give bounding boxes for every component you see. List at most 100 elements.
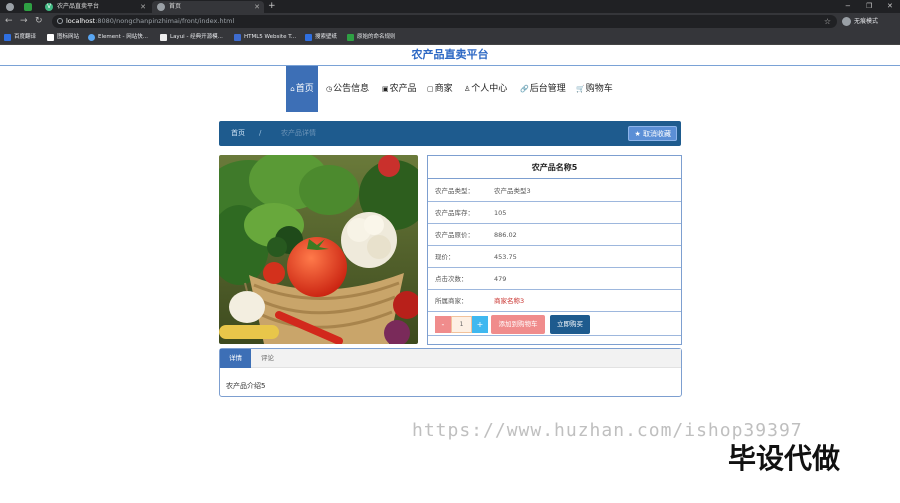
- bookmark-label: 原始的命名规则: [357, 34, 396, 40]
- grid-icon: ▣: [382, 85, 389, 93]
- nav-label: 后台管理: [529, 84, 566, 94]
- browser-tab-1[interactable]: [2, 1, 18, 13]
- address-bar: ← → ↻ localhost:8080/nongchanpinzhimai/f…: [0, 13, 900, 30]
- tab-detail[interactable]: 详情: [220, 349, 251, 368]
- field-label: 现价：: [435, 253, 455, 261]
- quantity-input[interactable]: 1: [451, 316, 472, 333]
- site-title: 农产品直卖平台: [411, 48, 489, 61]
- browser-tab-3[interactable]: V 农产品直卖平台 ✕: [40, 1, 150, 13]
- nav-label: 购物车: [585, 84, 613, 94]
- profile-button[interactable]: 无痕模式: [842, 16, 878, 27]
- bookmark-label: HTML5 Website T...: [244, 34, 297, 40]
- field-label: 农产品原价：: [435, 231, 474, 239]
- breadcrumb-home-link[interactable]: 首页: [231, 121, 245, 146]
- browser-tab-2[interactable]: [20, 1, 36, 13]
- bookmark-item[interactable]: 图标网站: [47, 33, 79, 42]
- add-to-cart-button[interactable]: 添加到购物车: [491, 315, 545, 334]
- bookmark-label: 搜索壁纸: [315, 34, 338, 40]
- nav-item-home[interactable]: ⌂首页: [286, 66, 318, 112]
- nav-label: 个人中心: [471, 84, 508, 94]
- nav-item-profile[interactable]: ♙个人中心: [464, 66, 507, 112]
- info-row-clicks: 点击次数： 479: [428, 268, 681, 290]
- info-icon[interactable]: [57, 18, 63, 24]
- field-label: 农产品库存：: [435, 209, 474, 217]
- url-host: localhost: [66, 17, 96, 25]
- product-detail-box: 详情 评论 农产品介绍5: [219, 348, 682, 397]
- info-row-stock: 农产品库存： 105: [428, 202, 681, 224]
- nav-label: 首页: [295, 84, 314, 94]
- detail-tabs: 详情 评论: [220, 349, 681, 368]
- square-icon: ▢: [427, 85, 434, 93]
- bookmark-icon: [347, 34, 354, 41]
- nav-item-cart[interactable]: 🛒购物车: [576, 66, 613, 112]
- bookmark-icon: [160, 34, 167, 41]
- breadcrumb: 首页 / 农产品详情 ★ 取消收藏: [219, 121, 681, 146]
- incognito-icon: [842, 17, 851, 26]
- field-label: 农产品类型：: [435, 187, 474, 195]
- new-tab-button[interactable]: +: [268, 0, 276, 12]
- bookmark-item[interactable]: 百度翻译: [4, 33, 36, 42]
- quantity-decrease-button[interactable]: -: [435, 316, 451, 333]
- field-value: 农产品类型3: [494, 187, 531, 195]
- field-label: 所属商家：: [435, 297, 468, 305]
- browser-tab-label: 首页: [169, 3, 182, 10]
- nav-label: 商家: [434, 84, 453, 94]
- back-icon[interactable]: ←: [5, 16, 13, 27]
- info-row-merchant: 所属商家： 商家名称3: [428, 290, 681, 312]
- bookmark-item[interactable]: HTML5 Website T...: [234, 33, 296, 42]
- product-image: [219, 155, 418, 344]
- close-icon[interactable]: ✕: [254, 1, 260, 13]
- app-icon: [24, 3, 32, 11]
- globe-icon: [157, 3, 165, 11]
- bookmark-icon: [305, 34, 312, 41]
- forward-icon[interactable]: →: [20, 16, 28, 27]
- nav-label: 公告信息: [333, 84, 370, 94]
- nav-item-admin[interactable]: 🔗后台管理: [520, 66, 566, 112]
- breadcrumb-current: 农产品详情: [281, 129, 316, 137]
- url-input[interactable]: localhost:8080/nongchanpinzhimai/front/i…: [52, 15, 837, 28]
- bookmark-item[interactable]: 原始的命名规则: [347, 33, 396, 42]
- bookmark-item[interactable]: 搜索壁纸: [305, 33, 337, 42]
- tab-comments[interactable]: 评论: [252, 349, 283, 368]
- vegetable-basket-illustration: [219, 155, 418, 344]
- profile-label: 无痕模式: [854, 18, 879, 25]
- watermark-label: 毕设代做: [728, 442, 841, 475]
- bookmark-item[interactable]: Element - 网站快...: [88, 33, 148, 42]
- chrome-icon: [6, 3, 14, 11]
- nav-item-notices[interactable]: ◷公告信息: [326, 66, 369, 112]
- minimize-button[interactable]: −: [845, 0, 851, 12]
- close-icon[interactable]: ✕: [140, 1, 146, 13]
- maximize-button[interactable]: ❐: [866, 0, 872, 12]
- bookmarks-bar: 百度翻译 图标网站 Element - 网站快... Layui - 经典开源模…: [0, 30, 900, 45]
- bookmark-label: 图标网站: [57, 34, 80, 40]
- unfavorite-button[interactable]: ★ 取消收藏: [628, 126, 677, 141]
- reload-icon[interactable]: ↻: [35, 16, 43, 27]
- bookmark-star-icon[interactable]: ☆: [824, 15, 831, 28]
- browser-tab-label: 农产品直卖平台: [57, 3, 100, 10]
- info-row-price: 现价： 453.75: [428, 246, 681, 268]
- nav-item-products[interactable]: ▣农产品: [382, 66, 417, 112]
- field-value: 886.02: [494, 231, 517, 239]
- quantity-increase-button[interactable]: +: [472, 316, 488, 333]
- cart-icon: 🛒: [576, 85, 585, 93]
- product-info-panel: 农产品名称5 农产品类型： 农产品类型3 农产品库存： 105 农产品原价： 8…: [427, 155, 682, 345]
- bookmark-item[interactable]: Layui - 经典开源模...: [160, 33, 223, 42]
- clock-icon: ◷: [326, 85, 333, 93]
- product-description: 农产品介绍5: [226, 382, 266, 390]
- field-value: 453.75: [494, 253, 517, 261]
- nav-item-merchants[interactable]: ▢商家: [427, 66, 453, 112]
- nav-label: 农产品: [389, 84, 417, 94]
- bookmark-icon: [4, 34, 11, 41]
- field-label: 点击次数：: [435, 275, 468, 283]
- vue-icon: V: [45, 3, 53, 11]
- home-icon: ⌂: [290, 85, 295, 93]
- merchant-link[interactable]: 商家名称3: [494, 290, 524, 312]
- info-row-type: 农产品类型： 农产品类型3: [428, 180, 681, 202]
- purchase-actions: - 1 + 添加到购物车 立即购买: [428, 312, 681, 336]
- close-window-button[interactable]: ✕: [887, 0, 893, 12]
- buy-now-button[interactable]: 立即购买: [550, 315, 590, 334]
- bookmark-label: 百度翻译: [14, 34, 37, 40]
- product-name: 农产品名称5: [428, 156, 681, 179]
- browser-tab-4[interactable]: 首页 ✕: [152, 1, 264, 13]
- image-badge[interactable]: [378, 155, 400, 177]
